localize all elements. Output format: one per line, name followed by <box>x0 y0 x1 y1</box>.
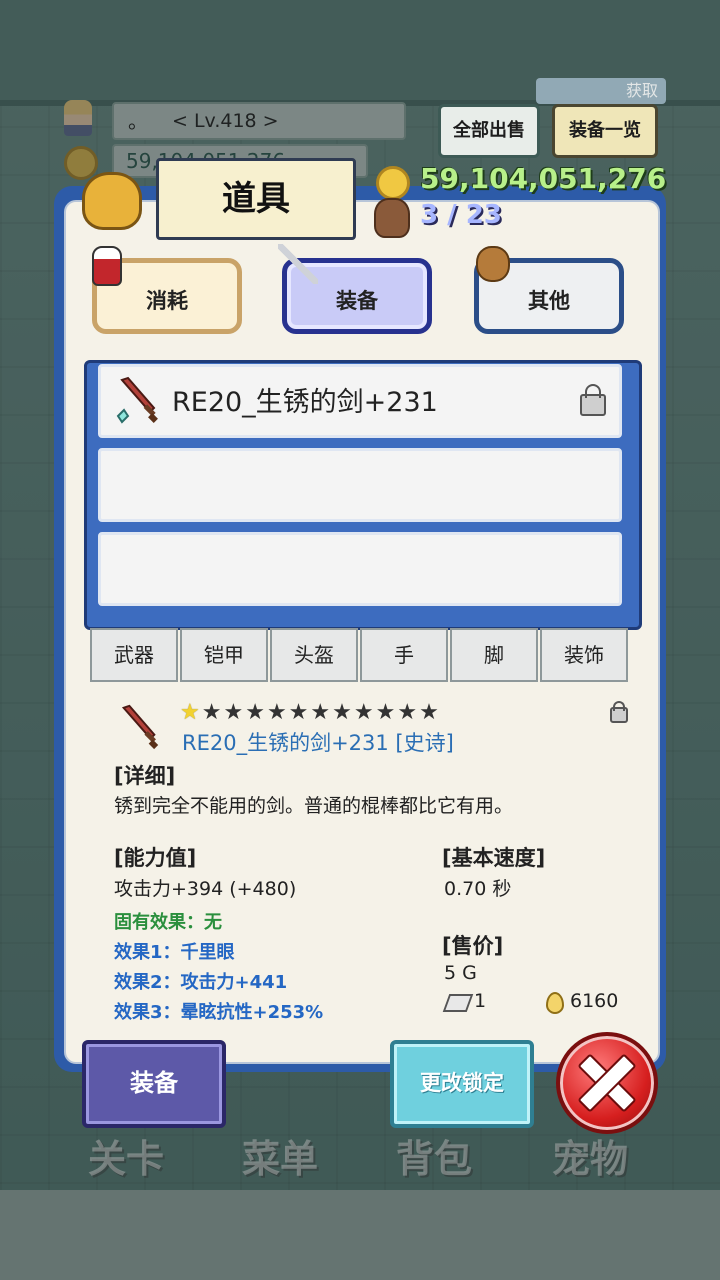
sword-icon <box>278 244 318 284</box>
item-name: RE20_生锈的剑+231 <box>172 387 438 418</box>
sell-all-button[interactable]: 全部出售 <box>438 104 540 158</box>
filter-accessory[interactable]: 装饰 <box>540 628 628 682</box>
sell-price: 5 G <box>444 962 477 984</box>
detail-lock-icon <box>610 701 628 723</box>
item-description: 锈到完全不能用的剑。普通的棍棒都比它有用。 <box>114 795 514 817</box>
stats-header: [能力值] <box>114 846 197 870</box>
filter-hand[interactable]: 手 <box>360 628 448 682</box>
attack-stat: 攻击力+394 (+480) <box>114 878 297 900</box>
star-empty-icon: ★ <box>332 700 354 725</box>
inherent-effect: 固有效果：无 <box>114 912 222 933</box>
filter-armor[interactable]: 铠甲 <box>180 628 268 682</box>
speed-header: [基本速度] <box>442 846 546 870</box>
item-sack-icon <box>82 172 142 230</box>
star-empty-icon: ★ <box>310 700 333 725</box>
star-empty-icon: ★ <box>419 700 441 725</box>
bag-capacity-icon <box>374 198 410 238</box>
potion-icon <box>92 246 122 286</box>
detail-sword-icon <box>121 704 159 750</box>
acquire-button[interactable]: 获取 <box>536 78 666 104</box>
rusty-sword-icon <box>116 376 158 424</box>
desc-header: [详细] <box>114 764 176 788</box>
list-item-empty[interactable] <box>98 448 622 522</box>
equip-button[interactable]: 装备 <box>82 1040 226 1128</box>
star-filled-icon: ★ <box>180 700 202 725</box>
star-empty-icon: ★ <box>397 700 420 725</box>
gold-amount: 59,104,051,276 <box>420 162 667 195</box>
lock-icon[interactable] <box>580 384 606 416</box>
star-empty-icon: ★ <box>201 700 224 725</box>
bag-icon <box>476 246 510 282</box>
filter-foot[interactable]: 脚 <box>450 628 538 682</box>
rarity-stars: ★★★★★★★★★★★★ <box>180 700 441 725</box>
equip-list-button[interactable]: 装备一览 <box>552 104 658 158</box>
close-button[interactable] <box>556 1032 658 1134</box>
change-lock-button[interactable]: 更改锁定 <box>390 1040 534 1128</box>
bag-capacity: 3 / 23 <box>420 200 502 230</box>
star-empty-icon: ★ <box>223 700 246 725</box>
gold-coin-icon <box>376 166 410 200</box>
drop-count: 6160 <box>570 990 619 1012</box>
panel-title: 道具 <box>156 158 356 240</box>
stone-count: 1 <box>474 990 487 1012</box>
star-empty-icon: ★ <box>375 700 398 725</box>
filter-helmet[interactable]: 头盔 <box>270 628 358 682</box>
price-header: [售价] <box>442 934 504 958</box>
base-speed: 0.70 秒 <box>444 878 512 900</box>
filter-weapon[interactable]: 武器 <box>90 628 178 682</box>
effect-3: 效果3：晕眩抗性+253% <box>114 1002 324 1023</box>
effect-1: 效果1：千里眼 <box>114 942 235 963</box>
effect-2: 效果2：攻击力+441 <box>114 972 288 993</box>
drop-icon <box>546 992 564 1014</box>
star-empty-icon: ★ <box>266 700 289 725</box>
detail-item-name: RE20_生锈的剑+231 [史诗] <box>182 731 454 755</box>
star-empty-icon: ★ <box>288 700 311 725</box>
star-empty-icon: ★ <box>353 700 376 725</box>
star-empty-icon: ★ <box>245 700 267 725</box>
list-item-empty[interactable] <box>98 532 622 606</box>
